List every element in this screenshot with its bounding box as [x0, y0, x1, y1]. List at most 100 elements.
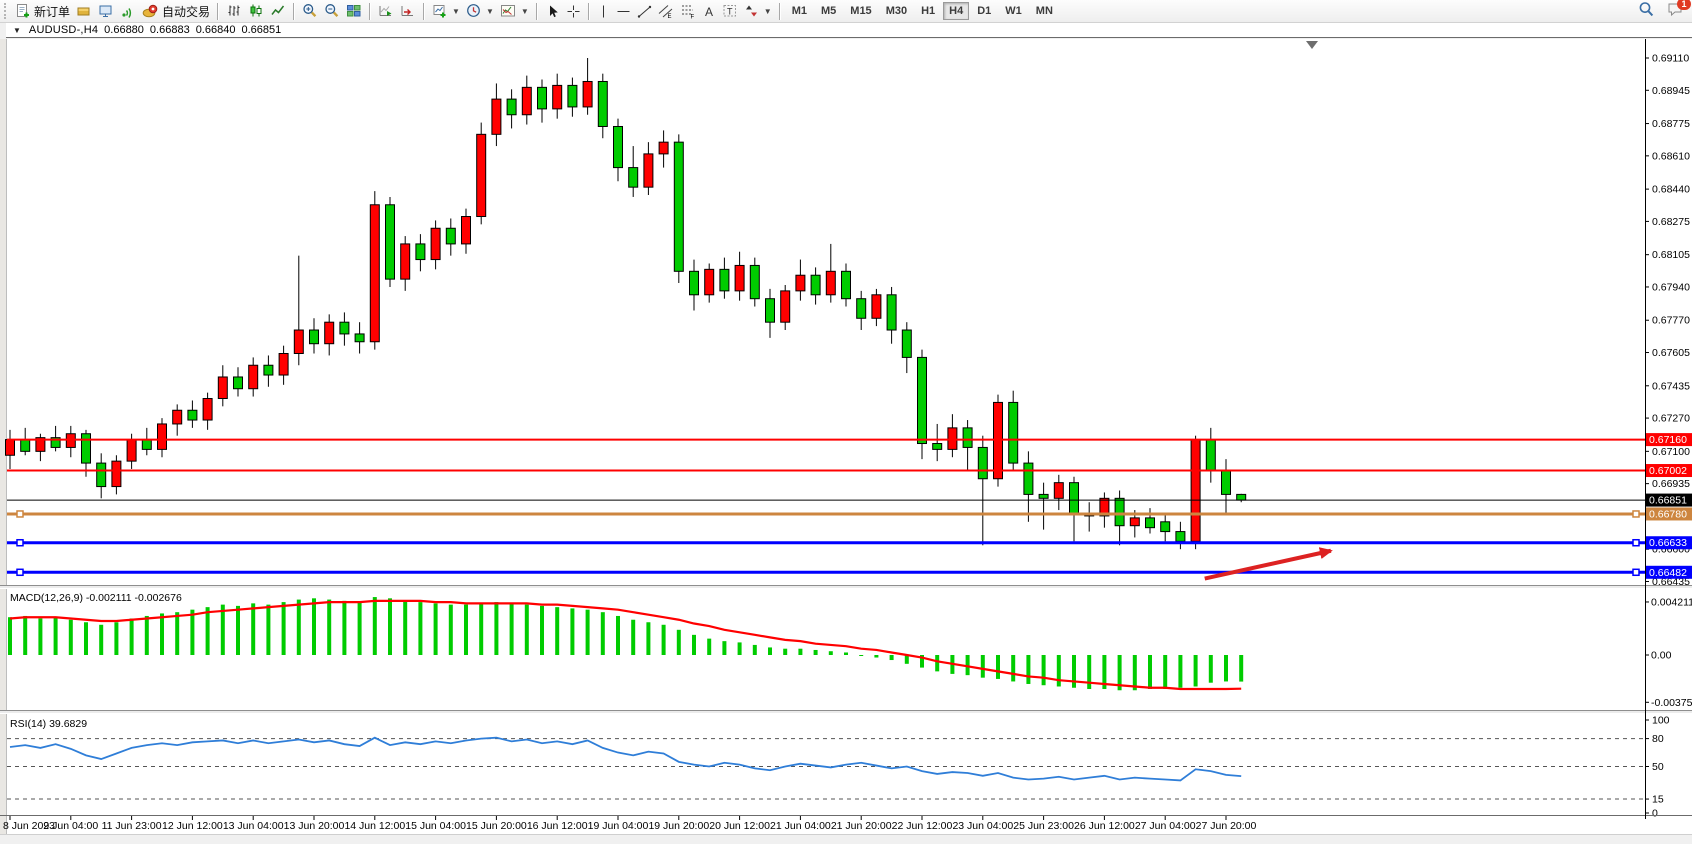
- trendline-tool[interactable]: [634, 1, 655, 22]
- clock-icon: [466, 3, 482, 19]
- svg-text:0.66851: 0.66851: [1649, 495, 1687, 507]
- svg-text:26 Jun 12:00: 26 Jun 12:00: [1074, 820, 1135, 832]
- text-a-icon: A: [702, 4, 716, 19]
- window-left-edge: [0, 39, 6, 834]
- timeframe-button-M30[interactable]: M30: [880, 2, 913, 20]
- candlestick-icon: [248, 3, 264, 19]
- crosshair-tool-button[interactable]: [563, 1, 584, 22]
- timeframe-button-M5[interactable]: M5: [815, 2, 842, 20]
- collapse-arrow-icon[interactable]: ▼: [13, 26, 21, 35]
- line-handle[interactable]: [17, 569, 23, 575]
- terminal-button[interactable]: [95, 1, 117, 22]
- new-order-icon: [15, 3, 31, 19]
- arrows-tool-dropdown[interactable]: ▼: [741, 1, 775, 22]
- line-handle[interactable]: [17, 540, 23, 546]
- svg-text:-0.003755: -0.003755: [1651, 697, 1692, 709]
- svg-text:0.66482: 0.66482: [1649, 567, 1687, 579]
- svg-text:F: F: [690, 15, 694, 20]
- svg-text:0.66935: 0.66935: [1652, 478, 1690, 490]
- timeframe-button-H1[interactable]: H1: [915, 2, 941, 20]
- market-watch-button[interactable]: [73, 1, 95, 22]
- chevron-down-icon: ▼: [452, 7, 460, 16]
- notifications-button[interactable]: 1: [1667, 1, 1684, 22]
- indicators-dropdown[interactable]: ▼: [497, 1, 532, 22]
- chart-shift-button[interactable]: [397, 1, 419, 22]
- toolbar-separator: [293, 3, 295, 20]
- channel-tool[interactable]: E: [655, 1, 677, 22]
- candle-chart-mode-button[interactable]: [245, 1, 267, 22]
- svg-text:27 Jun 20:00: 27 Jun 20:00: [1196, 820, 1257, 832]
- toolbar-grip[interactable]: [4, 3, 9, 19]
- label-tool[interactable]: T: [719, 1, 741, 22]
- svg-text:0.66633: 0.66633: [1649, 537, 1687, 549]
- svg-text:0.004211: 0.004211: [1651, 596, 1692, 608]
- line-handle[interactable]: [1633, 511, 1639, 517]
- quote-close: 0.66851: [241, 24, 281, 36]
- period-dropdown[interactable]: ▼: [463, 1, 497, 22]
- autotrade-button[interactable]: 自动交易: [139, 1, 213, 22]
- svg-text:19 Jun 20:00: 19 Jun 20:00: [648, 820, 709, 832]
- chart-header: ▼ AUDUSD-,H4 0.66880 0.66883 0.66840 0.6…: [6, 23, 1692, 38]
- chart-symbol-title: AUDUSD-,H4: [29, 24, 98, 36]
- autotrade-label: 自动交易: [162, 3, 210, 20]
- line-handle[interactable]: [1633, 540, 1639, 546]
- timeframe-button-MN[interactable]: MN: [1030, 2, 1059, 20]
- chevron-down-icon: ▼: [521, 7, 529, 16]
- line-chart-mode-button[interactable]: [267, 1, 289, 22]
- svg-text:0.66780: 0.66780: [1649, 508, 1687, 520]
- signals-button[interactable]: [117, 1, 139, 22]
- svg-text:13 Jun 20:00: 13 Jun 20:00: [284, 820, 345, 832]
- toolbar-separator: [369, 3, 371, 20]
- svg-text:0.69110: 0.69110: [1652, 53, 1689, 65]
- line-handle[interactable]: [1633, 569, 1639, 575]
- timeframe-button-W1[interactable]: W1: [999, 2, 1028, 20]
- svg-text:0.68775: 0.68775: [1652, 118, 1690, 130]
- line-handle[interactable]: [17, 511, 23, 517]
- svg-text:80: 80: [1652, 733, 1664, 745]
- timeframe-button-M15[interactable]: M15: [844, 2, 877, 20]
- svg-text:15 Jun 20:00: 15 Jun 20:00: [466, 820, 527, 832]
- chevron-down-icon: ▼: [486, 7, 494, 16]
- timeframe-button-D1[interactable]: D1: [971, 2, 997, 20]
- auto-scroll-button[interactable]: [375, 1, 397, 22]
- svg-text:21 Jun 20:00: 21 Jun 20:00: [831, 820, 892, 832]
- zoom-in-button[interactable]: [299, 1, 321, 22]
- ohlc-bars-icon: [226, 3, 242, 19]
- svg-text:A: A: [705, 5, 713, 19]
- new-order-button[interactable]: 新订单: [12, 1, 73, 22]
- cursor-tool-button[interactable]: [542, 1, 563, 22]
- svg-text:0.68610: 0.68610: [1652, 150, 1690, 162]
- window-bottom-strip: [0, 834, 1692, 844]
- svg-text:0.67940: 0.67940: [1652, 281, 1690, 293]
- toolbar-separator: [536, 3, 538, 20]
- new-chart-dropdown[interactable]: ▼: [429, 1, 463, 22]
- svg-text:0.67002: 0.67002: [1649, 465, 1687, 477]
- zoom-out-button[interactable]: [321, 1, 343, 22]
- text-tool[interactable]: A: [699, 1, 719, 22]
- bar-chart-mode-button[interactable]: [223, 1, 245, 22]
- tile-windows-button[interactable]: [343, 1, 365, 22]
- search-icon[interactable]: [1638, 1, 1655, 23]
- svg-text:22 Jun 12:00: 22 Jun 12:00: [892, 820, 953, 832]
- vertical-line-tool[interactable]: [594, 1, 613, 22]
- svg-text:0.67270: 0.67270: [1652, 413, 1690, 425]
- main-toolbar: 新订单 自动交易 ▼ ▼ ▼ E F A T ▼ M1M5M15M30H1H4D…: [0, 0, 1692, 23]
- cursor-icon: [545, 4, 560, 19]
- vertical-line-icon: [597, 4, 610, 19]
- horizontal-line-tool[interactable]: [613, 1, 634, 22]
- svg-text:13 Jun 04:00: 13 Jun 04:00: [223, 820, 284, 832]
- svg-text:19 Jun 04:00: 19 Jun 04:00: [588, 820, 649, 832]
- zoom-in-icon: [302, 3, 318, 19]
- line-chart-icon: [270, 3, 286, 19]
- svg-text:9 Jun 04:00: 9 Jun 04:00: [43, 820, 98, 832]
- svg-text:50: 50: [1652, 761, 1664, 773]
- svg-text:0: 0: [1652, 808, 1658, 820]
- zoom-out-icon: [324, 3, 340, 19]
- chart-canvas[interactable]: 0.691100.689450.687750.686100.684400.682…: [0, 39, 1692, 834]
- fibonacci-tool[interactable]: F: [677, 1, 699, 22]
- svg-text:0.68440: 0.68440: [1652, 184, 1690, 196]
- fibonacci-icon: F: [680, 3, 696, 19]
- timeframe-button-M1[interactable]: M1: [786, 2, 813, 20]
- timeframe-button-H4[interactable]: H4: [943, 2, 969, 20]
- svg-text:15 Jun 04:00: 15 Jun 04:00: [405, 820, 466, 832]
